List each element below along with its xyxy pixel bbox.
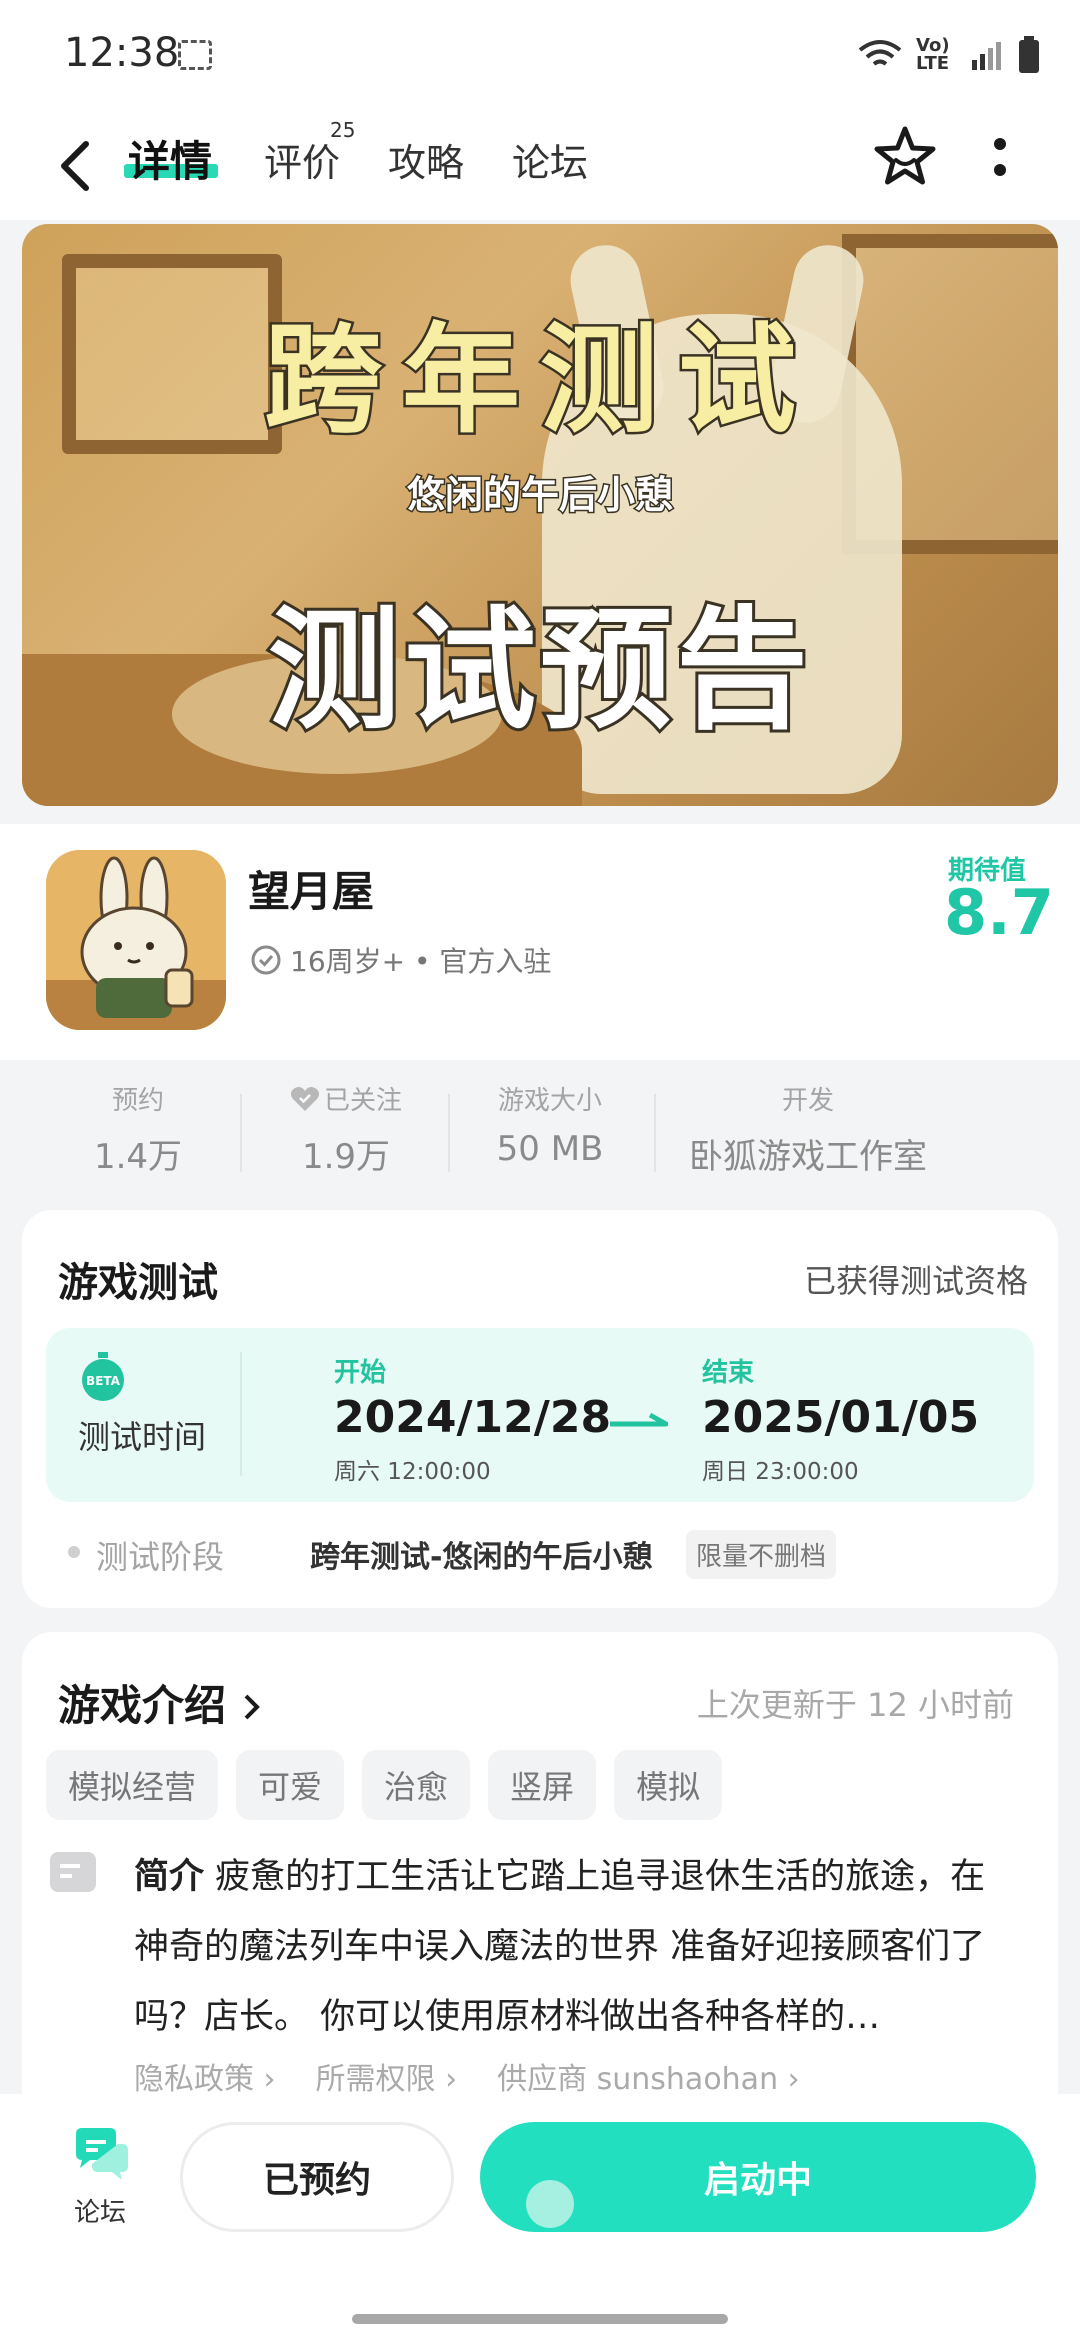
app-icon — [46, 850, 226, 1030]
tab-forum[interactable]: 论坛 — [512, 132, 588, 187]
stat-value: 50 MB — [496, 1129, 604, 1169]
stat-label: 已关注 — [266, 1080, 426, 1117]
touch-indicator — [526, 2180, 574, 2228]
tag-item[interactable]: 治愈 — [362, 1750, 471, 1820]
app-meta: 16周岁+ • 官方入驻 — [250, 940, 551, 980]
test-stage-label: 测试阶段 — [96, 1538, 225, 1576]
forum-label: 论坛 — [74, 2198, 127, 2228]
stat-label: 开发 — [781, 1086, 834, 1116]
stage-bullet — [68, 1546, 80, 1558]
stat-label: 预约 — [111, 1086, 164, 1116]
banner-title: 跨年测试 — [261, 309, 816, 452]
back-icon[interactable] — [52, 138, 102, 194]
test-stage-tag: 限量不删档 — [686, 1530, 837, 1579]
start-day: 周六 12:00:00 — [334, 1459, 491, 1485]
game-test-title: 游戏测试 — [58, 1260, 218, 1306]
status-time: 12:38 — [64, 30, 180, 76]
stat-reservations: 预约 1.4万 — [58, 1080, 218, 1178]
tab-reviews[interactable]: 评价 — [264, 132, 340, 187]
stat-value: 卧狐游戏工作室 — [689, 1137, 927, 1177]
forum-chat-icon[interactable] — [70, 2126, 130, 2182]
home-indicator[interactable] — [352, 2314, 728, 2324]
description-text: 疲惫的打工生活让它踏上追寻退休生活的旅途，在神奇的魔法列车中误入魔法的世界 准备… — [134, 1857, 986, 2037]
more-menu-icon[interactable] — [990, 132, 1010, 186]
expectation-score: 8.7 — [944, 876, 1054, 949]
signal-icon — [972, 42, 1001, 70]
promo-banner[interactable]: 跨年测试 悠闲的午后小憩 测试预告 — [22, 224, 1058, 806]
stat-label: 游戏大小 — [497, 1086, 602, 1116]
banner-subtitle: 悠闲的午后小憩 — [405, 472, 674, 519]
beta-icon: BETA — [82, 1352, 124, 1401]
start-label: 开始 — [334, 1358, 387, 1388]
start-date: 2024/12/28 — [334, 1392, 612, 1443]
svg-text:BETA: BETA — [86, 1374, 121, 1388]
game-description[interactable]: 简介 疲惫的打工生活让它踏上追寻退休生活的旅途，在神奇的魔法列车中误入魔法的世界… — [134, 1842, 1014, 2052]
status-icons: Vo) LTE — [858, 36, 1040, 74]
tab-guides[interactable]: 攻略 — [388, 132, 464, 187]
test-stage-value: 跨年测试-悠闲的午后小憩 — [310, 1540, 653, 1575]
privacy-policy-link[interactable]: 隐私政策 › — [134, 2054, 276, 2098]
game-intro-title[interactable]: 游戏介绍 — [58, 1672, 263, 1733]
app-name: 望月屋 — [248, 867, 375, 916]
test-time-label: 测试时间 — [78, 1418, 207, 1456]
bunny-logo-icon — [46, 850, 226, 1030]
battery-icon — [1019, 36, 1039, 73]
reviews-count-badge: 25 — [330, 118, 356, 142]
stat-divider — [448, 1094, 450, 1172]
heart-check-icon — [290, 1086, 320, 1111]
banner-headline: 测试预告 — [265, 591, 812, 751]
stat-size: 游戏大小 50 MB — [470, 1080, 630, 1169]
arrow-right-icon — [610, 1412, 668, 1427]
end-date: 2025/01/05 — [702, 1392, 980, 1443]
verified-check-icon — [251, 945, 281, 975]
info-links: 隐私政策 › 所需权限 › 供应商 sunshaohan › — [134, 2054, 800, 2098]
stat-divider — [240, 1094, 242, 1172]
tag-item[interactable]: 竖屏 — [488, 1750, 597, 1820]
description-icon — [50, 1852, 96, 1892]
tag-item[interactable]: 模拟经营 — [46, 1750, 219, 1820]
stat-followers[interactable]: 已关注 1.9万 — [266, 1080, 426, 1178]
vendor-link[interactable]: 供应商 sunshaohan › — [497, 2054, 800, 2098]
screenshot-indicator-icon — [178, 40, 212, 70]
permissions-link[interactable]: 所需权限 › — [316, 2054, 458, 2098]
end-label: 结束 — [702, 1358, 755, 1388]
stat-divider — [654, 1094, 656, 1172]
network-label: Vo) LTE — [916, 35, 950, 74]
reserved-button[interactable]: 已预约 — [180, 2122, 454, 2232]
stat-value: 1.9万 — [301, 1137, 391, 1177]
test-time-divider — [240, 1352, 242, 1476]
tab-details[interactable]: 详情 — [128, 128, 212, 189]
stat-developer[interactable]: 开发 卧狐游戏工作室 — [670, 1080, 946, 1178]
wifi-icon — [858, 40, 902, 66]
test-qualification-status: 已获得测试资格 — [803, 1262, 1028, 1300]
tag-item[interactable]: 可爱 — [236, 1750, 345, 1820]
favorite-star-icon[interactable] — [872, 124, 938, 190]
tag-item[interactable]: 模拟 — [614, 1750, 723, 1820]
tag-list: 模拟经营 可爱 治愈 竖屏 模拟 — [46, 1750, 723, 1820]
last-updated: 上次更新于 12 小时前 — [696, 1686, 1014, 1724]
chevron-right-icon — [244, 1694, 260, 1720]
end-day: 周日 23:00:00 — [702, 1459, 859, 1485]
description-title: 简介 — [134, 1857, 205, 1897]
app-meta-text: 16周岁+ • 官方入驻 — [290, 945, 552, 978]
stat-value: 1.4万 — [93, 1137, 183, 1177]
